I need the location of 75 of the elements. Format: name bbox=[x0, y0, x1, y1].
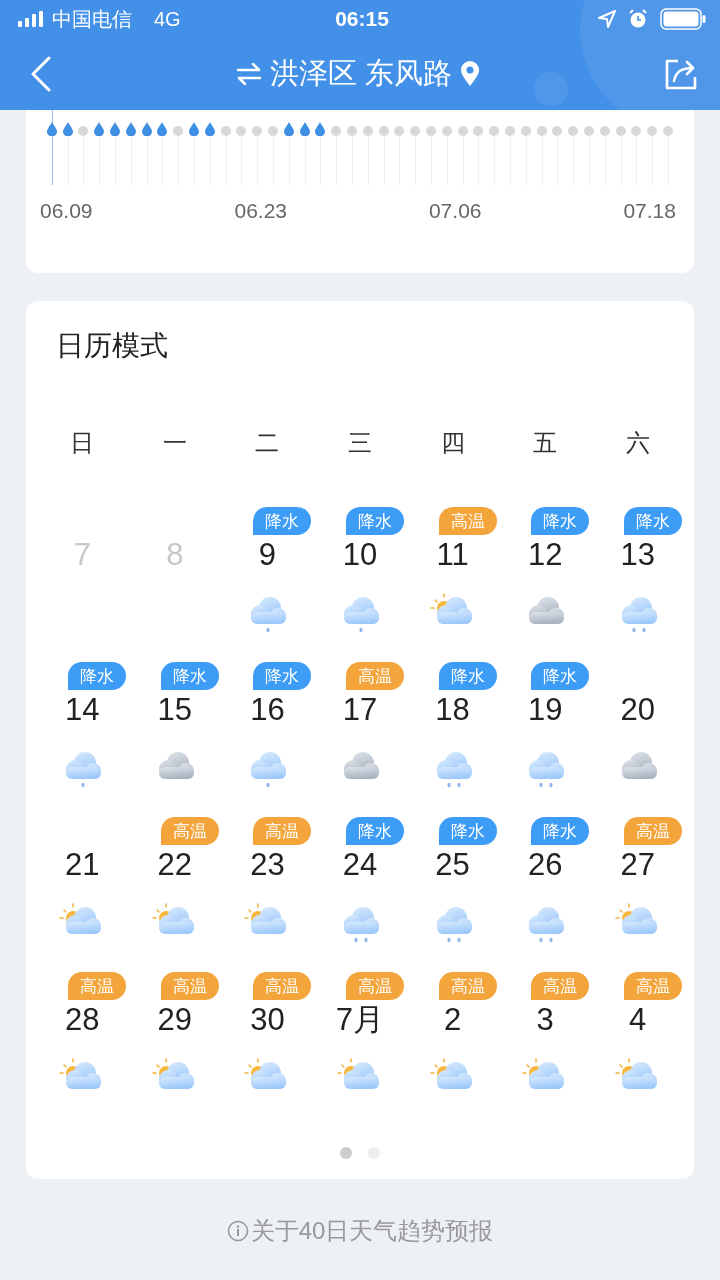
weather-tag: 降水 bbox=[438, 817, 497, 845]
day-number[interactable]: 20 bbox=[620, 690, 655, 730]
day-number[interactable]: 22 bbox=[157, 845, 193, 885]
weather-tag: 降水 bbox=[531, 817, 590, 845]
date-label: 06.23 bbox=[234, 199, 288, 224]
date-label: 06.09 bbox=[40, 199, 93, 224]
network-type: 4G bbox=[154, 7, 181, 31]
share-icon[interactable] bbox=[664, 57, 698, 91]
day-number[interactable]: 10 bbox=[342, 535, 378, 575]
weather-tag: 高温 bbox=[253, 972, 312, 1000]
info-icon bbox=[226, 1220, 249, 1242]
day-number[interactable]: 21 bbox=[65, 845, 100, 885]
alarm-icon bbox=[628, 9, 648, 29]
weather-tag: 降水 bbox=[531, 507, 590, 535]
day-number[interactable]: 24 bbox=[342, 845, 378, 885]
day-number[interactable]: 27 bbox=[620, 845, 655, 885]
weather-tag: 降水 bbox=[160, 662, 219, 690]
weather-tag: 降水 bbox=[531, 662, 590, 690]
day-number[interactable]: 3 bbox=[536, 1000, 554, 1040]
day-number[interactable]: 28 bbox=[65, 1000, 100, 1040]
day-number[interactable]: 19 bbox=[527, 690, 563, 730]
day-number[interactable]: 15 bbox=[157, 690, 193, 730]
location-arrow-icon bbox=[598, 10, 616, 28]
day-number[interactable]: 12 bbox=[527, 535, 563, 575]
location-pin-icon[interactable] bbox=[460, 61, 481, 87]
weather-tag: 高温 bbox=[438, 507, 497, 535]
weekday-label: 一 bbox=[161, 428, 188, 458]
day-number[interactable]: 30 bbox=[250, 1000, 285, 1040]
carrier-name: 中国电信 bbox=[52, 6, 132, 32]
weather-tag: 高温 bbox=[623, 972, 682, 1000]
day-number[interactable]: 29 bbox=[157, 1000, 193, 1040]
weather-tag: 降水 bbox=[253, 507, 312, 535]
day-number[interactable]: 14 bbox=[65, 690, 100, 730]
weekday-label: 日 bbox=[69, 428, 96, 458]
day-number[interactable]: 18 bbox=[435, 690, 470, 730]
weather-tag: 高温 bbox=[160, 817, 219, 845]
weather-tag: 降水 bbox=[438, 662, 497, 690]
day-number[interactable]: 17 bbox=[342, 690, 378, 730]
weather-tag: 高温 bbox=[346, 972, 404, 1000]
weather-tag: 高温 bbox=[531, 972, 590, 1000]
day-number[interactable]: 7月 bbox=[335, 1000, 385, 1040]
day-number[interactable]: 4 bbox=[629, 1000, 647, 1040]
swap-icon[interactable] bbox=[235, 63, 262, 85]
back-icon[interactable] bbox=[30, 56, 52, 92]
weather-tag: 高温 bbox=[160, 972, 219, 1000]
day-number[interactable]: 25 bbox=[435, 845, 470, 885]
day-number[interactable]: 26 bbox=[527, 845, 563, 885]
weather-tag: 高温 bbox=[346, 662, 404, 690]
weather-tag: 降水 bbox=[623, 507, 682, 535]
weather-tag: 降水 bbox=[346, 507, 404, 535]
weather-tag: 降水 bbox=[68, 662, 127, 690]
weekday-label: 二 bbox=[254, 428, 281, 458]
weekday-label: 三 bbox=[347, 428, 373, 458]
weather-tag: 降水 bbox=[346, 817, 404, 845]
day-number[interactable]: 13 bbox=[620, 535, 655, 575]
weather-tag: 高温 bbox=[623, 817, 682, 845]
day-number[interactable]: 11 bbox=[436, 535, 469, 575]
weekday-label: 六 bbox=[624, 428, 651, 458]
battery-icon bbox=[660, 8, 706, 30]
day-number[interactable]: 23 bbox=[250, 845, 285, 885]
day-number[interactable]: 9 bbox=[258, 535, 277, 575]
weekday-label: 五 bbox=[532, 428, 559, 458]
signal-icon bbox=[18, 11, 44, 27]
section-title: 日历模式 bbox=[55, 329, 169, 363]
weather-tag: 高温 bbox=[253, 817, 312, 845]
clock-time: 06:15 bbox=[335, 7, 389, 31]
weather-tag: 高温 bbox=[438, 972, 497, 1000]
date-label: 07.18 bbox=[623, 199, 676, 224]
weather-tag: 高温 bbox=[68, 972, 127, 1000]
day-number[interactable]: 2 bbox=[443, 1000, 462, 1040]
weekday-label: 四 bbox=[439, 428, 466, 458]
page-dot[interactable] bbox=[340, 1147, 352, 1159]
weather-tag: 降水 bbox=[253, 662, 312, 690]
day-number[interactable]: 16 bbox=[250, 690, 285, 730]
date-label: 07.06 bbox=[428, 199, 482, 224]
